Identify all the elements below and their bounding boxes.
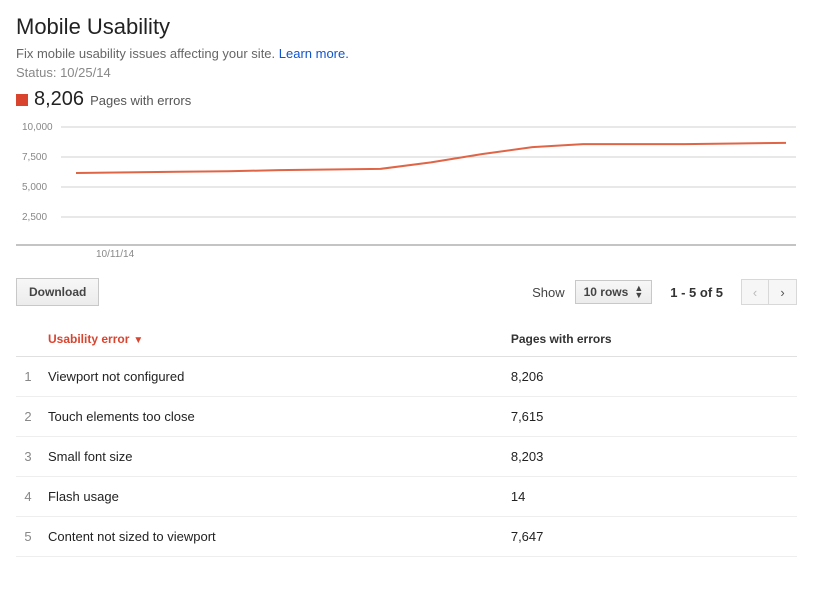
row-pages: 8,206 — [503, 357, 797, 397]
row-error: Flash usage — [40, 477, 503, 517]
kpi-row: 8,206 Pages with errors — [16, 88, 797, 111]
col-index — [16, 324, 40, 357]
chevron-left-icon: ‹ — [753, 285, 757, 300]
row-error: Touch elements too close — [40, 397, 503, 437]
row-pages: 7,615 — [503, 397, 797, 437]
pagination-range: 1 - 5 of 5 — [670, 285, 723, 300]
row-pages: 8,203 — [503, 437, 797, 477]
sort-desc-icon: ▼ — [133, 335, 143, 346]
row-index: 2 — [16, 397, 40, 437]
table-header-row: Usability error ▼ Pages with errors — [16, 324, 797, 357]
kpi-label: Pages with errors — [90, 93, 191, 108]
learn-more-link[interactable]: Learn more. — [279, 46, 349, 61]
chevron-right-icon: › — [780, 285, 784, 300]
ytick-1: 7,500 — [22, 152, 47, 163]
col-usability-error-label: Usability error — [48, 332, 129, 346]
chart: 10,000 7,500 5,000 2,500 10/11/14 — [16, 117, 797, 262]
col-pages-with-errors[interactable]: Pages with errors — [503, 324, 797, 357]
row-index: 3 — [16, 437, 40, 477]
ytick-3: 2,500 — [22, 212, 47, 223]
kpi-value: 8,206 — [34, 88, 84, 111]
row-index: 4 — [16, 477, 40, 517]
rows-select[interactable]: 10 rows ▲▼ — [575, 280, 653, 304]
prev-page-button[interactable]: ‹ — [741, 279, 769, 305]
line-chart: 10,000 7,500 5,000 2,500 10/11/14 — [16, 117, 796, 262]
row-error: Content not sized to viewport — [40, 517, 503, 557]
table-row[interactable]: 4Flash usage14 — [16, 477, 797, 517]
row-error: Small font size — [40, 437, 503, 477]
row-pages: 14 — [503, 477, 797, 517]
updown-icon: ▲▼ — [634, 285, 643, 299]
show-label: Show — [532, 285, 565, 300]
row-pages: 7,647 — [503, 517, 797, 557]
page-subtitle: Fix mobile usability issues affecting yo… — [16, 46, 797, 61]
subtitle-text: Fix mobile usability issues affecting yo… — [16, 46, 279, 61]
next-page-button[interactable]: › — [769, 279, 797, 305]
row-index: 1 — [16, 357, 40, 397]
col-usability-error[interactable]: Usability error ▼ — [40, 324, 503, 357]
errors-table: Usability error ▼ Pages with errors 1View… — [16, 324, 797, 557]
table-row[interactable]: 3Small font size8,203 — [16, 437, 797, 477]
ytick-2: 5,000 — [22, 182, 47, 193]
page-title: Mobile Usability — [16, 14, 797, 40]
table-row[interactable]: 1Viewport not configured8,206 — [16, 357, 797, 397]
ytick-0: 10,000 — [22, 122, 53, 133]
table-row[interactable]: 5Content not sized to viewport7,647 — [16, 517, 797, 557]
pager: ‹ › — [741, 279, 797, 305]
row-index: 5 — [16, 517, 40, 557]
row-error: Viewport not configured — [40, 357, 503, 397]
chart-line — [76, 143, 786, 173]
status-label: Status: 10/25/14 — [16, 65, 797, 80]
xtick-0: 10/11/14 — [96, 249, 135, 260]
kpi-color-swatch — [16, 94, 28, 106]
download-button[interactable]: Download — [16, 278, 99, 306]
rows-select-value: 10 rows — [584, 285, 629, 299]
table-toolbar: Download Show 10 rows ▲▼ 1 - 5 of 5 ‹ › — [16, 278, 797, 306]
table-row[interactable]: 2Touch elements too close7,615 — [16, 397, 797, 437]
